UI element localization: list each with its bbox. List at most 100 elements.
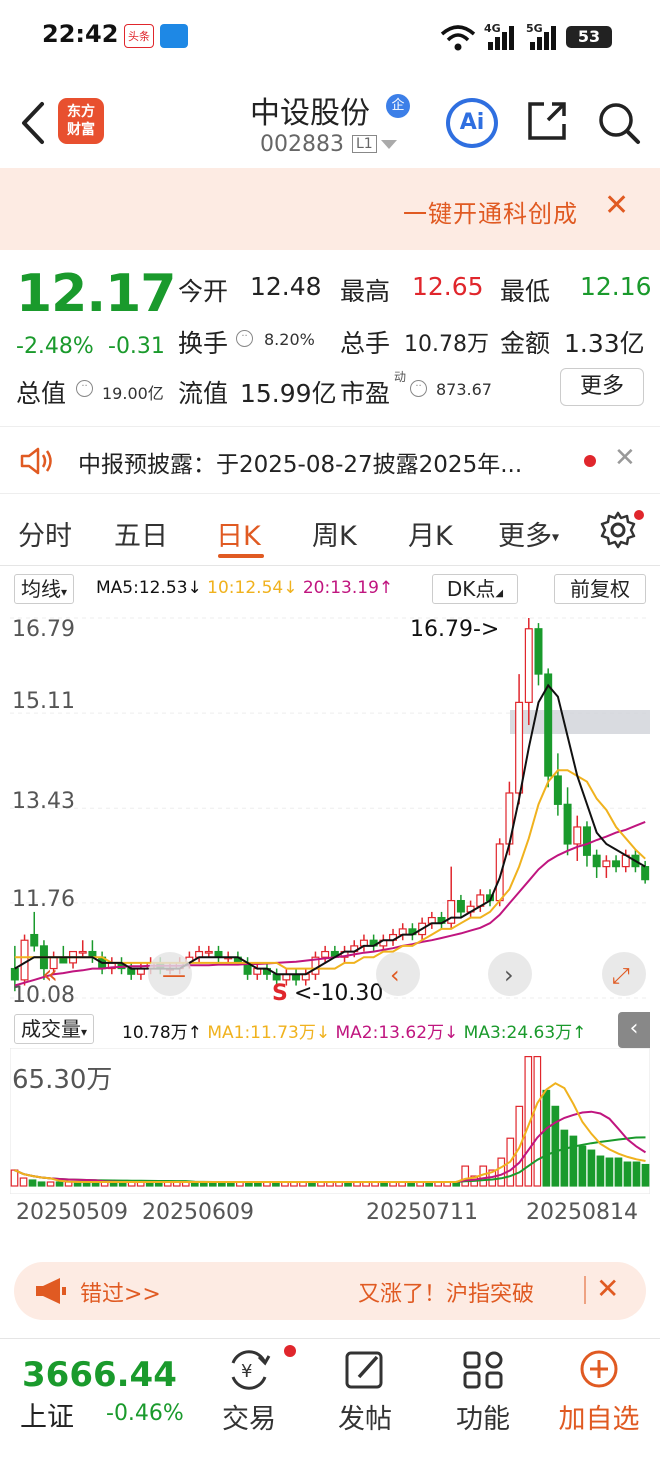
- volume-bar: [614, 1157, 623, 1187]
- min-price-annotation: <-10.30: [294, 981, 383, 1006]
- open-label: 今开: [178, 277, 229, 306]
- ad-left-text[interactable]: 错过>>: [80, 1276, 161, 1308]
- compose-icon: [345, 1351, 383, 1389]
- notice-close-icon[interactable]: ✕: [614, 443, 636, 473]
- vol-ma3-line: [14, 1136, 646, 1183]
- info-icon[interactable]: ··: [410, 380, 427, 397]
- promo-text[interactable]: 一键开通科创成: [403, 194, 578, 229]
- stock-code[interactable]: 002883: [260, 132, 344, 157]
- chevron-double-left-icon[interactable]: «: [42, 960, 58, 990]
- ad-divider: [584, 1276, 586, 1304]
- ad-right-text[interactable]: 又涨了！沪指突破: [358, 1276, 534, 1308]
- volume-indicator-select[interactable]: 成交量▾: [14, 1014, 95, 1044]
- info-icon[interactable]: ··: [76, 380, 93, 397]
- volume-bar: [55, 1181, 64, 1187]
- battery-icon: 53: [566, 26, 612, 48]
- index-value[interactable]: 3666.44: [22, 1355, 177, 1395]
- index-change[interactable]: -0.46%: [106, 1401, 184, 1426]
- active-tab-indicator: [218, 554, 264, 558]
- nav-functions[interactable]: 功能: [438, 1347, 528, 1436]
- nav-post[interactable]: 发帖: [320, 1347, 410, 1436]
- turnover-label: 换手: [178, 329, 229, 358]
- l1-badge[interactable]: L1: [352, 135, 377, 153]
- back-arrow-icon[interactable]: [14, 98, 54, 148]
- svg-text:—: —: [162, 961, 186, 989]
- tab-weekly-k[interactable]: 周K: [312, 514, 357, 553]
- promo-banner[interactable]: 一键开通科创成: [0, 168, 660, 250]
- volume-bar: [605, 1157, 614, 1187]
- candle-body: [524, 628, 533, 703]
- dk-label: DK点: [446, 577, 496, 601]
- mcap-value: 19.00亿: [102, 384, 164, 403]
- volume-bar: [551, 1105, 560, 1187]
- ma-select-label: 均线: [21, 577, 61, 601]
- kline-chart[interactable]: 16.79 15.11 13.43 11.76 10.08 16.79-> S …: [10, 610, 650, 1006]
- scroll-left-icon[interactable]: —: [148, 952, 192, 996]
- more-button[interactable]: 更多: [560, 368, 644, 406]
- volume-bar: [497, 1157, 506, 1187]
- tab-five-day[interactable]: 五日: [114, 514, 168, 553]
- tab-daily-k[interactable]: 日K: [216, 514, 261, 553]
- price-adjust-button[interactable]: 前复权: [554, 574, 646, 604]
- pe-value: 873.67: [436, 380, 492, 399]
- vol-ma2: MA2:13.62万↓: [335, 1023, 459, 1043]
- chevron-right-icon[interactable]: ›: [488, 952, 532, 996]
- notice-bar[interactable]: 中报预披露：于2025-08-27披露2025年... ✕: [0, 426, 660, 494]
- pe-label: 市盈: [340, 379, 391, 408]
- tab-monthly-k[interactable]: 月K: [408, 514, 453, 553]
- candle-body: [78, 950, 87, 954]
- volume-max-label: 65.30万: [12, 1065, 112, 1095]
- nav-trade-label: 交易: [222, 1404, 276, 1435]
- search-icon[interactable]: [596, 100, 642, 146]
- caret-down-icon: ▾: [552, 529, 560, 546]
- amount-value: 1.33亿: [564, 329, 645, 358]
- index-name[interactable]: 上证: [20, 1395, 74, 1434]
- ai-assistant-icon[interactable]: Ai: [446, 98, 498, 148]
- info-icon[interactable]: ··: [236, 330, 253, 347]
- turnover-value: 8.20%: [264, 330, 315, 349]
- collapse-panel-icon[interactable]: ‹: [618, 1012, 650, 1048]
- vol-value: 10.78万↑: [122, 1023, 202, 1043]
- candle-body: [30, 933, 39, 947]
- expand-icon[interactable]: ⤢: [602, 952, 646, 996]
- ma10-line: [14, 769, 646, 970]
- open-value: 12.48: [250, 272, 322, 301]
- ma-legend: MA5:12.53↓ 10:12.54↓ 20:13.19↑: [96, 578, 393, 598]
- volume-bar: [46, 1181, 55, 1187]
- ad-close-icon[interactable]: ✕: [596, 1272, 619, 1305]
- amount-label: 金额: [500, 329, 551, 358]
- nav-trade[interactable]: ¥ 交易: [204, 1347, 294, 1436]
- nav-add-watchlist[interactable]: 加自选: [554, 1347, 644, 1436]
- y-label-4: 11.76: [12, 887, 75, 912]
- candle-body: [592, 854, 601, 868]
- candle-body: [456, 899, 465, 913]
- gear-icon[interactable]: [598, 510, 638, 550]
- volume-bar: [632, 1161, 641, 1187]
- status-bar: 22:42 头条 4G 5G 53: [0, 0, 660, 74]
- volume-chart[interactable]: 65.30万: [10, 1048, 650, 1194]
- float-cap-value: 15.99亿: [240, 379, 337, 408]
- tab-more[interactable]: 更多▾: [498, 514, 559, 553]
- wifi-icon: [440, 25, 476, 51]
- promo-close-icon[interactable]: ✕: [604, 188, 629, 223]
- unread-dot: [584, 455, 596, 467]
- enterprise-badge: 企: [386, 94, 410, 118]
- ad-banner[interactable]: 错过>> 又涨了！沪指突破 ✕: [14, 1262, 646, 1320]
- chevron-down-icon[interactable]: [381, 140, 397, 149]
- volume-legend: 10.78万↑ MA1:11.73万↓ MA2:13.62万↓ MA3:24.6…: [122, 1018, 586, 1043]
- volume-ma-lines: [14, 1082, 647, 1183]
- chevron-left-icon[interactable]: ‹: [376, 952, 420, 996]
- ma20-legend: 20:13.19↑: [302, 578, 394, 598]
- ma-select[interactable]: 均线▾: [14, 574, 75, 604]
- date-label-3: 20250711: [366, 1200, 478, 1225]
- corner-arrow-icon: ◢: [495, 588, 504, 599]
- tab-intraday[interactable]: 分时: [18, 514, 72, 553]
- low-label: 最低: [500, 277, 551, 306]
- trade-icon: ¥: [231, 1350, 271, 1390]
- share-icon[interactable]: [524, 98, 570, 144]
- logo-line1: 东方: [67, 104, 95, 120]
- dk-point-button[interactable]: DK点◢: [432, 574, 518, 604]
- eastmoney-logo[interactable]: 东方 财富: [58, 98, 104, 144]
- svg-text:›: ›: [504, 961, 514, 989]
- notice-text[interactable]: 中报预披露：于2025-08-27披露2025年...: [78, 445, 522, 479]
